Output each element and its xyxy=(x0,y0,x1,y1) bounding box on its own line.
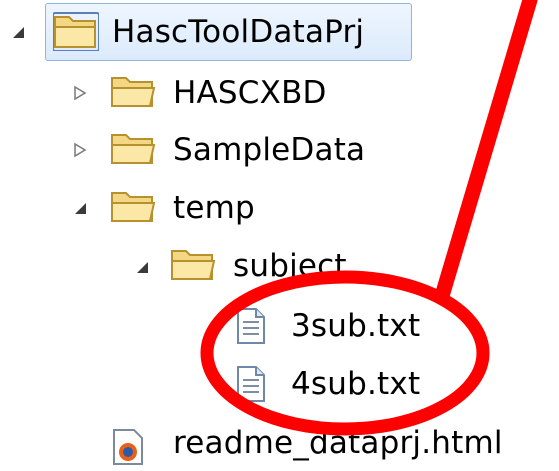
tree-item-3sub-txt[interactable]: 3sub.txt xyxy=(291,298,420,354)
collapse-toggle-subject[interactable] xyxy=(130,255,154,279)
tree-item-label: 4sub.txt xyxy=(291,365,421,402)
tree-item-label: HASCXBD xyxy=(173,74,327,111)
tree-item-label: HascToolDataPrj xyxy=(112,13,365,50)
text-file-icon xyxy=(237,366,265,402)
tree-item-label: subject xyxy=(233,247,347,284)
tree-item-temp[interactable]: temp xyxy=(173,180,255,236)
text-file-icon xyxy=(237,308,265,344)
folder-icon xyxy=(111,77,156,107)
folder-icon xyxy=(171,250,216,280)
project-explorer-tree: HascToolDataPrj HASCXBD SampleData temp xyxy=(0,0,559,465)
collapse-toggle-temp[interactable] xyxy=(68,196,92,220)
html-file-icon xyxy=(113,429,143,465)
collapsed-triangle-icon xyxy=(74,85,87,101)
expanded-triangle-icon xyxy=(137,262,148,273)
tree-item-subject[interactable]: subject xyxy=(233,238,347,294)
collapsed-triangle-icon xyxy=(74,142,87,158)
tree-item-4sub-txt[interactable]: 4sub.txt xyxy=(291,356,420,412)
collapse-toggle-hasctooldataprj[interactable] xyxy=(6,20,30,44)
project-folder-icon xyxy=(53,12,99,51)
tree-item-label: readme_dataprj.html xyxy=(173,424,503,461)
tree-item-hascxbd[interactable]: HASCXBD xyxy=(173,65,327,121)
expand-toggle-hascxbd[interactable] xyxy=(68,81,92,105)
folder-icon xyxy=(111,134,156,164)
tree-item-sampledata[interactable]: SampleData xyxy=(173,122,365,178)
expanded-triangle-icon xyxy=(75,203,86,214)
tree-item-label: temp xyxy=(173,189,255,226)
folder-icon xyxy=(111,192,156,222)
tree-item-label: SampleData xyxy=(173,131,366,168)
expand-toggle-sampledata[interactable] xyxy=(68,138,92,162)
expanded-triangle-icon xyxy=(13,27,24,38)
tree-item-hasctooldataprj[interactable]: HascToolDataPrj xyxy=(112,4,364,60)
tree-item-label: 3sub.txt xyxy=(291,307,421,344)
